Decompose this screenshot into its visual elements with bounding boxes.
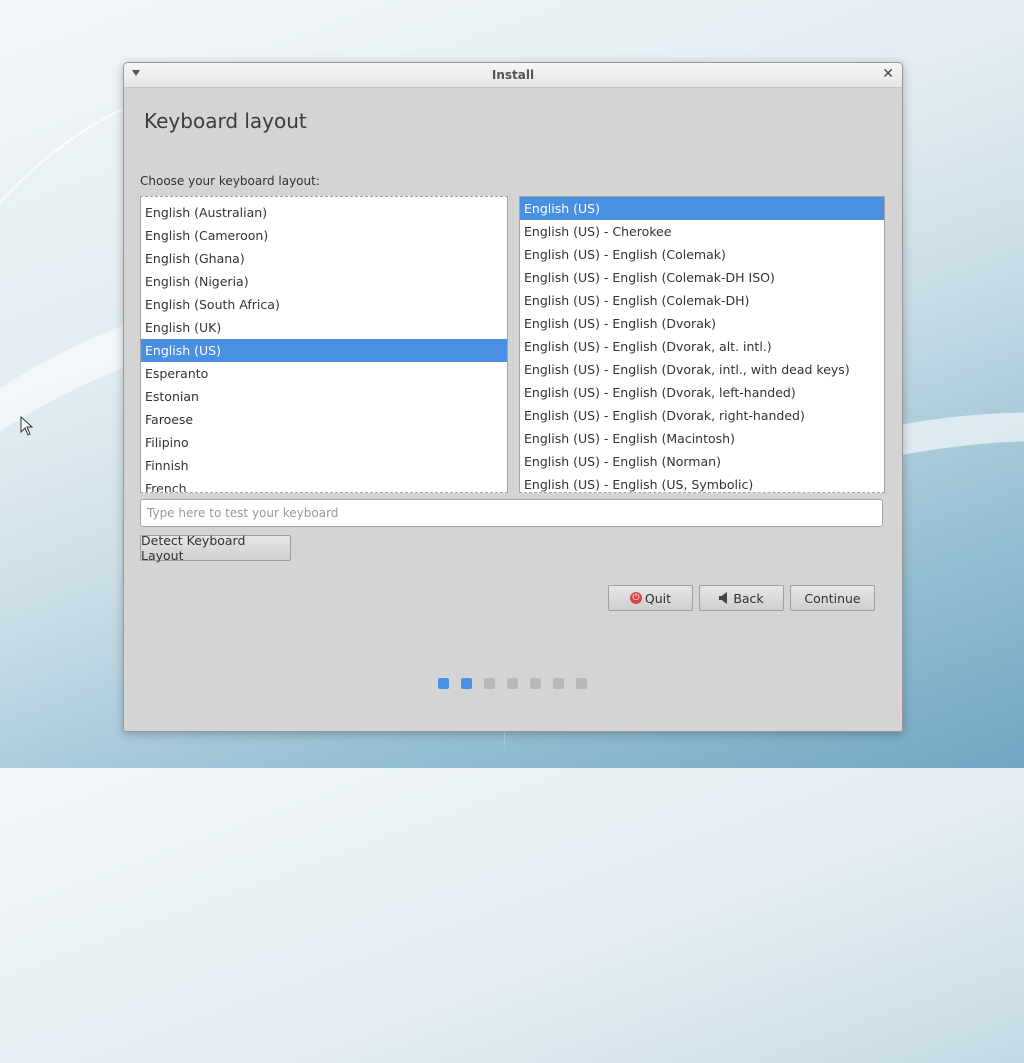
back-button[interactable]: Back <box>699 585 784 611</box>
list-item[interactable]: Filipino <box>141 431 507 454</box>
progress-dot <box>438 678 449 689</box>
list-item[interactable]: English (South Africa) <box>141 293 507 316</box>
detect-button-label: Detect Keyboard Layout <box>141 533 246 563</box>
page-title: Keyboard layout <box>144 109 307 133</box>
layout-list[interactable]: English (Australian) English (Cameroon) En… <box>140 196 508 493</box>
detect-keyboard-layout-button[interactable]: Detect Keyboard Layout <box>140 533 291 563</box>
list-item[interactable]: English (Nigeria) <box>141 270 507 293</box>
list-item[interactable]: English (US) <box>520 197 884 220</box>
progress-dot <box>530 678 541 689</box>
progress-dot <box>461 678 472 689</box>
list-item[interactable]: English (US) - English (Colemak-DH) <box>520 289 884 312</box>
list-item[interactable]: English (US) - English (Colemak) <box>520 243 884 266</box>
list-item[interactable]: English (UK) <box>141 316 507 339</box>
list-item[interactable]: English (US) <box>141 339 507 362</box>
keyboard-test-input[interactable] <box>140 499 883 527</box>
quit-button-label: Quit <box>644 590 672 606</box>
list-item[interactable]: English (US) - English (Dvorak, left-han… <box>520 381 884 404</box>
list-item[interactable]: Esperanto <box>141 362 507 385</box>
list-item[interactable]: Faroese <box>141 408 507 431</box>
quit-button[interactable]: ⏻ Quit <box>608 585 693 611</box>
list-item[interactable]: Finnish <box>141 454 507 477</box>
progress-dot <box>553 678 564 689</box>
list-item[interactable]: English (Cameroon) <box>141 224 507 247</box>
list-item[interactable]: English (US) - English (Norman) <box>520 450 884 473</box>
progress-dot <box>576 678 587 689</box>
back-button-label: Back <box>733 590 764 606</box>
list-item[interactable]: English (Ghana) <box>141 247 507 270</box>
continue-button[interactable]: Continue <box>790 585 875 611</box>
close-icon[interactable]: ✕ <box>882 66 894 82</box>
window-title: Install <box>491 68 535 82</box>
layout-prompt-label: Choose your keyboard layout: <box>140 174 320 188</box>
list-item[interactable]: English (US) - English (Dvorak, alt. int… <box>520 335 884 358</box>
list-item[interactable]: English (US) - English (Dvorak) <box>520 312 884 335</box>
title-bar: Install ✕ <box>124 63 902 88</box>
continue-button-label: Continue <box>804 590 861 606</box>
progress-dot <box>507 678 518 689</box>
list-item[interactable]: English (US) - Cherokee <box>520 220 884 243</box>
installer-window: Install ✕ Keyboard layout Choose your ke… <box>123 62 903 732</box>
list-item[interactable]: Estonian <box>141 385 507 408</box>
list-item[interactable]: English (US) - English (Dvorak, right-ha… <box>520 404 884 427</box>
list-item[interactable]: English (US) - English (Dvorak, intl., w… <box>520 358 884 381</box>
progress-indicator <box>438 678 587 689</box>
progress-dot <box>484 678 495 689</box>
list-item[interactable]: English (US) - English (US, Symbolic) <box>520 473 884 492</box>
list-item[interactable]: English (US) - English (Macintosh) <box>520 427 884 450</box>
mouse-pointer-icon <box>20 416 34 436</box>
back-arrow-icon <box>719 592 728 604</box>
variant-list[interactable]: English (US) English (US) - Cherokee Engli… <box>519 196 885 493</box>
list-item[interactable]: English (Australian) <box>141 201 507 224</box>
list-item[interactable]: French <box>141 477 507 492</box>
power-icon: ⏻ <box>629 592 642 604</box>
list-item[interactable]: English (US) - English (Colemak-DH ISO) <box>520 266 884 289</box>
